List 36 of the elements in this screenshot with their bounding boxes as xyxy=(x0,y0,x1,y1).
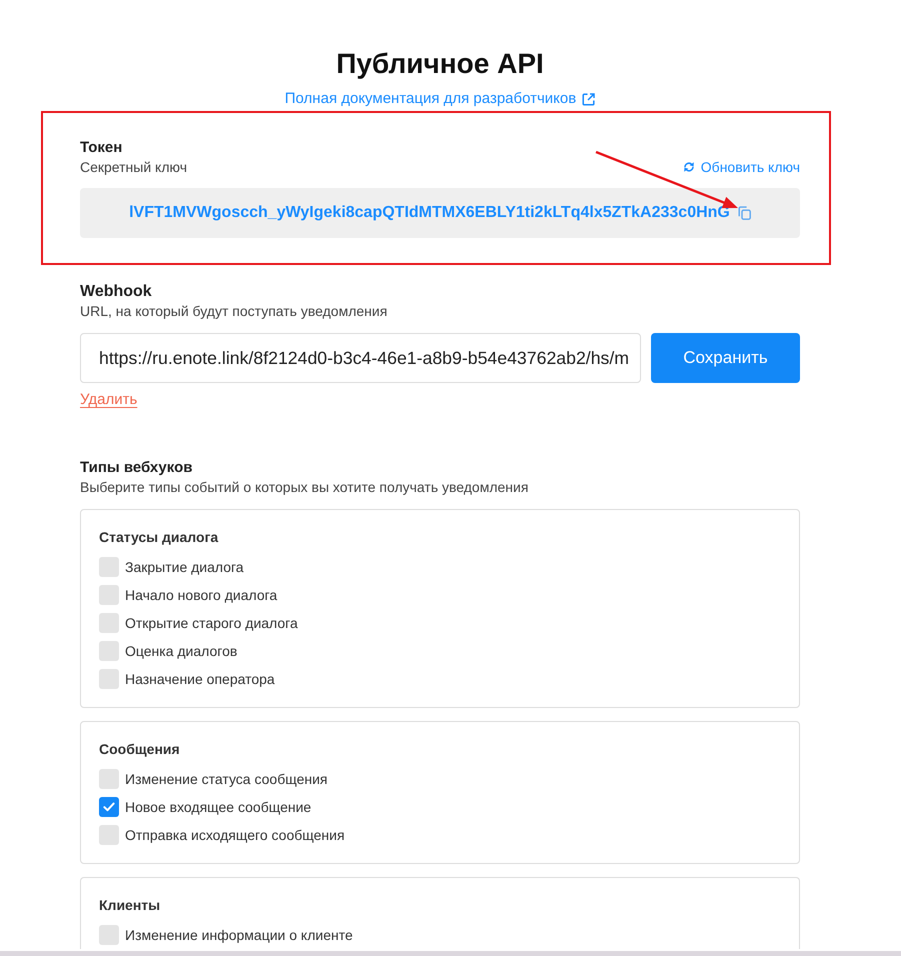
checkbox-label[interactable]: Новое входящее сообщение xyxy=(125,798,312,816)
webhook-url-input[interactable]: https://ru.enote.link/8f2124d0-b3c4-46e1-a8b9-b54e43762ab2/hs/m xyxy=(80,333,641,383)
checkbox-label[interactable]: Изменение статуса сообщения xyxy=(125,770,328,788)
group-title: Статусы диалога xyxy=(99,528,218,547)
checkbox-label[interactable]: Изменение информации о клиенте xyxy=(125,926,353,944)
copy-icon[interactable] xyxy=(738,206,751,220)
checkbox[interactable] xyxy=(99,769,119,789)
section-title: Webhook xyxy=(80,282,152,302)
checkbox[interactable] xyxy=(99,613,119,633)
external-link-icon xyxy=(582,92,596,106)
horizontal-scrollbar[interactable] xyxy=(0,951,901,956)
section-description: URL, на который будут поступать уведомления xyxy=(80,302,388,320)
token-value: lVFT1MVWgoscch_yWyIgeki8capQTIdMTMX6EBLY1ti2kLTq4lx5ZTkA233c0HnG xyxy=(129,204,730,222)
section-title: Типы вебхуков xyxy=(80,458,192,478)
checkbox[interactable] xyxy=(99,925,119,945)
refresh-icon xyxy=(682,160,695,174)
checkbox[interactable] xyxy=(99,557,119,577)
checkbox[interactable] xyxy=(99,641,119,661)
checkbox-label[interactable]: Начало нового диалога xyxy=(125,586,278,604)
checkbox[interactable] xyxy=(99,825,119,845)
checkbox[interactable] xyxy=(99,669,119,689)
group-title: Клиенты xyxy=(99,896,160,915)
save-button[interactable]: Сохранить xyxy=(651,333,800,383)
checkbox-label[interactable]: Оценка диалогов xyxy=(125,642,238,660)
checkbox[interactable] xyxy=(99,797,119,817)
checkbox-label[interactable]: Закрытие диалога xyxy=(125,558,244,576)
page-title: Публичное API xyxy=(336,47,544,81)
section-description: Выберите типы событий о которых вы хотите получать уведомления xyxy=(80,478,528,496)
checkbox[interactable] xyxy=(99,585,119,605)
checkbox-label[interactable]: Отправка исходящего сообщения xyxy=(125,826,345,844)
checkbox-label[interactable]: Открытие старого диалога xyxy=(125,614,298,632)
check-icon xyxy=(103,802,115,812)
section-title: Токен xyxy=(80,138,122,158)
section-description: Секретный ключ xyxy=(80,158,187,176)
checkbox-label[interactable]: Назначение оператора xyxy=(125,670,275,688)
group-title: Сообщения xyxy=(99,740,180,759)
